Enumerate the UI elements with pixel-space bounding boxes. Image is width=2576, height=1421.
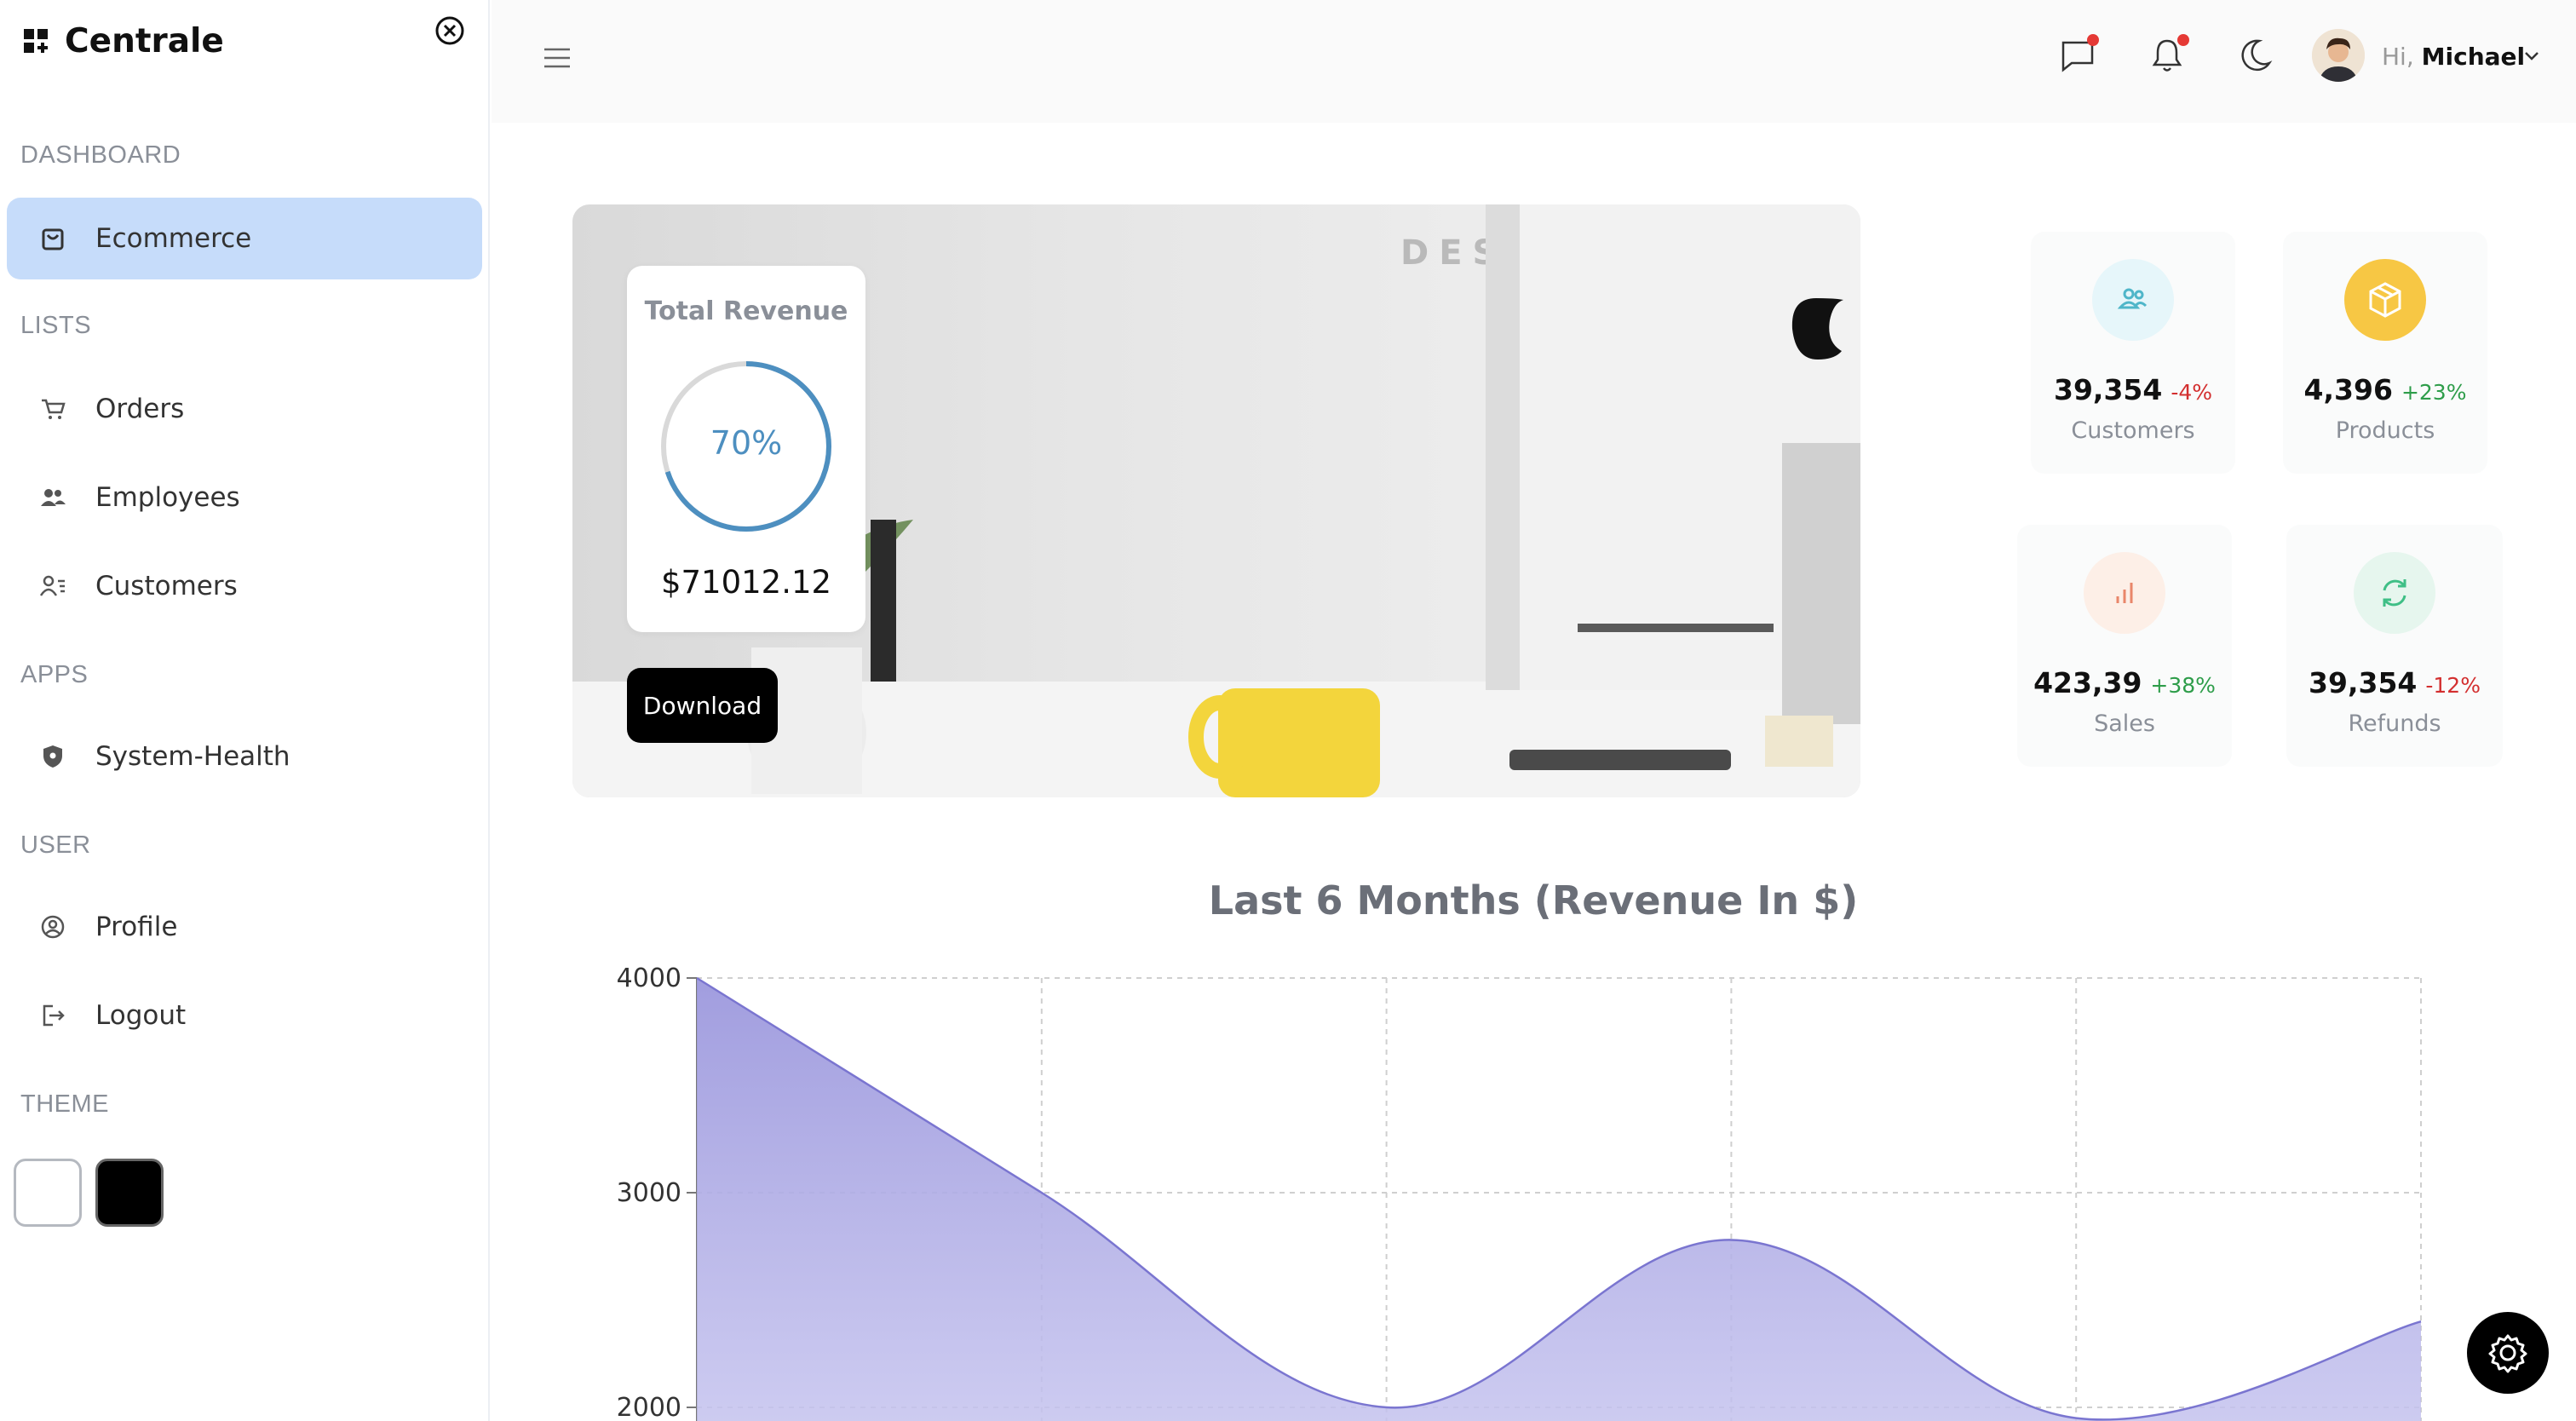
menu-icon[interactable]	[542, 43, 572, 73]
sidebar-item-employees[interactable]: Employees	[7, 457, 482, 538]
y-tick-label: 2000	[617, 1393, 681, 1421]
user-list-icon	[39, 575, 65, 596]
gear-icon	[2488, 1334, 2527, 1373]
download-button[interactable]: Download	[627, 668, 778, 743]
section-apps: APPS	[20, 661, 89, 688]
section-theme: THEME	[20, 1090, 109, 1118]
sidebar-item-label: Orders	[95, 394, 185, 424]
box-icon	[2369, 282, 2401, 318]
theme-dark-swatch[interactable]	[95, 1159, 164, 1227]
y-tick-label: 3000	[617, 1178, 681, 1208]
section-lists: LISTS	[20, 312, 92, 339]
greeting-prefix: Hi,	[2382, 43, 2414, 71]
sidebar-item-label: Employees	[95, 482, 240, 513]
products-value: 4,396	[2303, 373, 2393, 406]
sidebar-item-orders[interactable]: Orders	[7, 368, 482, 450]
refresh-icon	[2383, 579, 2406, 607]
sales-stat-icon	[2084, 552, 2165, 634]
sales-value: 423,39	[2033, 666, 2142, 699]
chat-notification-dot	[2087, 34, 2099, 46]
sidebar-item-label: Profile	[95, 912, 178, 942]
stat-card-sales: 423,39 +38% Sales	[2017, 525, 2232, 767]
total-revenue-title: Total Revenue	[644, 296, 848, 326]
users-icon	[2117, 288, 2148, 309]
customers-stat-icon	[2092, 259, 2174, 341]
sidebar: Centrale DASHBOARD Ecommerce LISTS Order…	[0, 0, 490, 1421]
sidebar-item-system-health[interactable]: System-Health	[7, 716, 482, 797]
users-icon	[41, 489, 66, 506]
sales-change: +38%	[2150, 673, 2216, 698]
sidebar-item-label: Ecommerce	[95, 223, 252, 254]
brand-name: Centrale	[65, 22, 224, 60]
customers-change: -4%	[2171, 380, 2213, 405]
logout-icon	[43, 1004, 65, 1027]
bar-chart-icon	[2116, 583, 2133, 603]
products-change: +23%	[2401, 380, 2467, 405]
refunds-value: 39,354	[2309, 666, 2418, 699]
sidebar-item-customers[interactable]: Customers	[7, 545, 482, 627]
stat-label: Sales	[2094, 710, 2155, 737]
moon-icon[interactable]	[2234, 34, 2274, 77]
avatar-portrait-icon	[2312, 29, 2365, 82]
chart-title: Last 6 Months (Revenue In $)	[1208, 877, 1859, 923]
cart-icon	[42, 399, 66, 419]
stat-label: Customers	[2071, 417, 2195, 444]
stat-value: 39,354 -12%	[2286, 666, 2503, 699]
stat-value: 4,396 +23%	[2283, 373, 2487, 406]
y-tick-label: 4000	[617, 964, 681, 993]
revenue-amount: $71012.12	[660, 564, 832, 601]
refunds-stat-icon	[2354, 552, 2435, 634]
user-name: Michael	[2421, 43, 2526, 71]
total-revenue-card: Total Revenue 70% $71012.12	[627, 266, 865, 632]
stat-value: 423,39 +38%	[2017, 666, 2232, 699]
stat-value: 39,354 -4%	[2031, 373, 2235, 406]
refunds-change: -12%	[2425, 673, 2481, 698]
revenue-area-fill	[697, 978, 2421, 1421]
shopping-bag-icon	[42, 228, 64, 250]
customers-value: 39,354	[2053, 373, 2163, 406]
bell-notification-dot	[2177, 34, 2189, 46]
revenue-area-chart: 4000 3000 2000	[617, 964, 2422, 1421]
section-user: USER	[20, 831, 91, 859]
sidebar-item-label: Customers	[95, 571, 238, 601]
stat-label: Refunds	[2348, 710, 2441, 737]
sidebar-item-profile[interactable]: Profile	[7, 886, 482, 968]
stat-card-products: 4,396 +23% Products	[2283, 232, 2487, 474]
shield-icon	[43, 745, 62, 768]
close-icon[interactable]	[433, 14, 467, 48]
app-grid-icon	[24, 28, 48, 53]
settings-button[interactable]	[2467, 1312, 2549, 1394]
avatar[interactable]	[2312, 29, 2365, 82]
products-stat-icon	[2344, 259, 2426, 341]
user-circle-icon	[41, 915, 65, 939]
stat-card-customers: 39,354 -4% Customers	[2031, 232, 2235, 474]
stat-card-refunds: 39,354 -12% Refunds	[2286, 525, 2503, 767]
sidebar-item-ecommerce[interactable]: Ecommerce	[7, 198, 482, 279]
sidebar-item-logout[interactable]: Logout	[7, 975, 482, 1056]
revenue-percent: 70%	[710, 424, 783, 462]
sidebar-item-label: Logout	[95, 1000, 187, 1031]
user-greeting[interactable]: Hi, Michael	[2382, 43, 2525, 71]
theme-light-swatch[interactable]	[14, 1159, 82, 1227]
chevron-down-icon[interactable]	[2523, 49, 2540, 63]
section-dashboard: DASHBOARD	[20, 141, 181, 169]
brand[interactable]: Centrale	[24, 22, 224, 60]
stat-label: Products	[2335, 417, 2435, 444]
sidebar-item-label: System-Health	[95, 741, 290, 772]
